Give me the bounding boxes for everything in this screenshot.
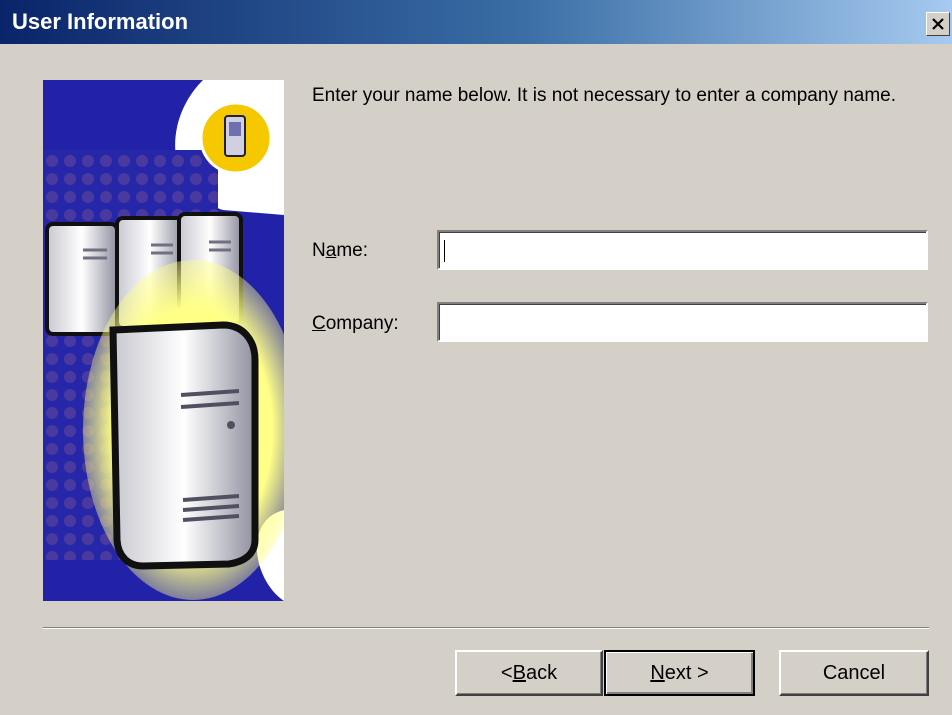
name-input[interactable] — [439, 232, 926, 268]
company-label: Company: — [312, 313, 399, 334]
company-input[interactable] — [439, 304, 926, 340]
back-button[interactable]: < Back — [455, 650, 603, 696]
close-icon — [932, 18, 944, 30]
wizard-graphic — [43, 80, 284, 601]
title-bar: User Information — [0, 0, 952, 44]
cancel-button[interactable]: Cancel — [779, 650, 929, 696]
company-field[interactable] — [437, 302, 928, 342]
server-graphic — [43, 80, 284, 601]
name-field[interactable] — [437, 230, 928, 270]
close-button[interactable] — [926, 12, 950, 36]
name-label: Name: — [312, 240, 368, 261]
next-button[interactable]: Next > — [604, 650, 755, 696]
intro-text: Enter your name below. It is not necessa… — [312, 85, 897, 106]
separator-highlight — [43, 628, 929, 629]
window-title: User Information — [12, 9, 189, 34]
text-caret — [444, 240, 445, 262]
